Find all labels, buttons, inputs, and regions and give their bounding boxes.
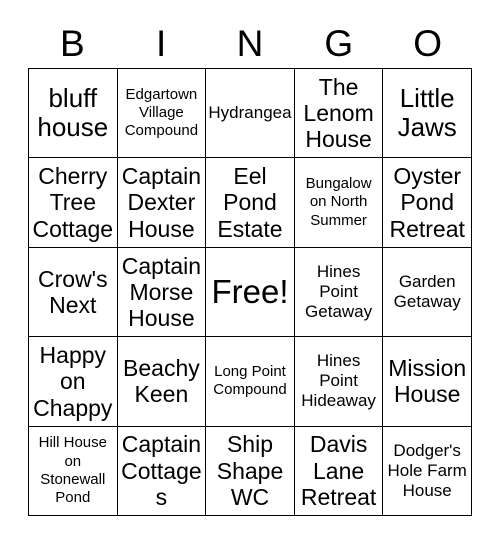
bingo-cell-label: Mission House xyxy=(388,355,467,408)
bingo-cell-free[interactable]: Free! xyxy=(206,247,295,338)
header-letter-i: I xyxy=(156,22,167,64)
bingo-cell-label: Captain Morse House xyxy=(121,252,202,332)
bingo-cell-label: Cherry Tree Cottage xyxy=(32,163,114,242)
bingo-cell[interactable]: Cherry Tree Cottage xyxy=(29,158,118,248)
bingo-cell-label: Eel Pond Estate xyxy=(217,163,283,242)
bingo-cell-label: Hydrangea xyxy=(208,103,292,123)
bingo-cell[interactable]: Edgartown Village Compound xyxy=(117,69,207,159)
bingo-cell[interactable]: Eel Pond Estate xyxy=(206,158,295,248)
bingo-cell-label: Hines Point Hideaway xyxy=(301,351,376,411)
bingo-grid: bluff house Edgartown Village Compound Hyd… xyxy=(28,68,472,516)
bingo-cell[interactable]: Bungalow on North Summer xyxy=(294,158,384,248)
bingo-cell-label: Hines Point Getaway xyxy=(305,261,373,322)
bingo-cell[interactable]: Garden Getaway xyxy=(383,247,472,338)
bingo-cell[interactable]: Hydrangea xyxy=(206,69,295,159)
bingo-cell-label: Dodger's Hole Farm House xyxy=(387,440,467,500)
bingo-cell[interactable]: Mission House xyxy=(383,337,472,427)
bingo-cell-label: Happy on Chappy xyxy=(33,342,113,421)
bingo-cell[interactable]: Captain Cottages xyxy=(117,426,207,516)
bingo-cell-label: The Lenom House xyxy=(303,73,374,153)
bingo-header: B I N G O xyxy=(28,18,472,68)
bingo-cell[interactable]: Dodger's Hole Farm House xyxy=(383,426,472,516)
bingo-cell[interactable]: bluff house xyxy=(29,69,118,159)
header-letter-b: B xyxy=(60,22,85,64)
bingo-cell-label: Hill House on Stonewall Pond xyxy=(38,434,107,507)
bingo-cell[interactable]: The Lenom House xyxy=(294,69,384,159)
bingo-cell-label: Captain Dexter House xyxy=(121,163,202,242)
bingo-cell-label: Bungalow on North Summer xyxy=(305,175,372,229)
bingo-card: B I N G O bluff house Edgartown Village C… xyxy=(0,0,500,544)
bingo-cell[interactable]: Captain Morse House xyxy=(117,247,207,338)
bingo-cell-label: Free! xyxy=(211,272,289,310)
bingo-cell[interactable]: Crow's Next xyxy=(29,247,118,338)
bingo-cell-label: Edgartown Village Compound xyxy=(124,85,199,140)
bingo-cell-label: Oyster Pond Retreat xyxy=(389,163,465,242)
bingo-cell-label: Crow's Next xyxy=(38,265,108,318)
bingo-cell[interactable]: Long Point Compound xyxy=(206,337,295,427)
bingo-cell[interactable]: Oyster Pond Retreat xyxy=(383,158,472,248)
bingo-cell[interactable]: Happy on Chappy xyxy=(29,337,118,427)
header-letter-o: O xyxy=(413,22,442,64)
bingo-cell-label: Long Point Compound xyxy=(213,363,287,399)
bingo-cell-label: Captain Cottages xyxy=(121,431,202,510)
header-letter-n: N xyxy=(236,22,264,64)
header-letter-g: G xyxy=(324,22,354,64)
bingo-cell-label: Garden Getaway xyxy=(393,271,461,311)
bingo-cell[interactable]: Beachy Keen xyxy=(117,337,207,427)
bingo-cell[interactable]: Hines Point Getaway xyxy=(294,247,384,338)
bingo-cell[interactable]: Ship Shape WC xyxy=(206,426,295,516)
bingo-cell-label: Davis Lane Retreat xyxy=(300,431,377,510)
bingo-cell-label: Beachy Keen xyxy=(123,355,200,408)
bingo-cell-label: bluff house xyxy=(37,82,109,143)
bingo-cell[interactable]: Hines Point Hideaway xyxy=(294,337,384,427)
bingo-cell[interactable]: Little Jaws xyxy=(383,69,472,159)
bingo-cell-label: Little Jaws xyxy=(397,82,457,143)
bingo-cell[interactable]: Hill House on Stonewall Pond xyxy=(29,426,118,516)
bingo-cell[interactable]: Captain Dexter House xyxy=(117,158,207,248)
bingo-cell-label: Ship Shape WC xyxy=(216,431,284,510)
bingo-cell[interactable]: Davis Lane Retreat xyxy=(294,426,384,516)
